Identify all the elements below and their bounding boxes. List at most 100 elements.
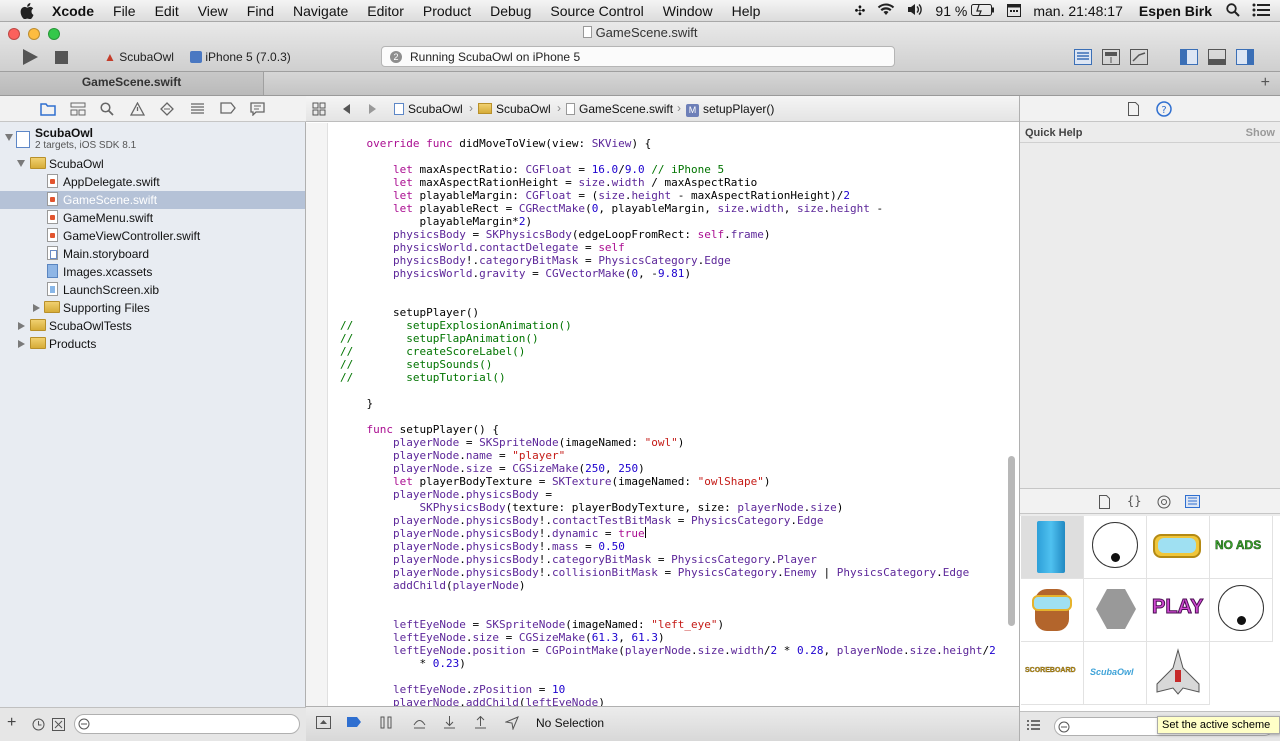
list-view-icon[interactable] — [1027, 720, 1040, 732]
media-item-logo[interactable]: ScubaOwl — [1084, 642, 1147, 705]
battery-percent[interactable]: 91 % — [935, 3, 967, 19]
menu-view[interactable]: View — [198, 3, 228, 19]
menu-edit[interactable]: Edit — [155, 3, 179, 19]
step-over-icon[interactable] — [412, 716, 427, 729]
media-item-eye-2[interactable] — [1210, 579, 1273, 642]
menu-source-control[interactable]: Source Control — [550, 3, 643, 19]
disclosure-closed-icon[interactable] — [18, 322, 25, 330]
quick-help-icon[interactable]: ? — [1156, 101, 1172, 117]
jump-bar-project[interactable]: ScubaOwl — [394, 102, 463, 116]
code-snippet-library-icon[interactable]: {} — [1127, 494, 1141, 508]
project-navigator-icon[interactable] — [40, 102, 56, 116]
media-item-spaceship[interactable] — [1147, 642, 1210, 705]
simulate-location-icon[interactable] — [505, 716, 519, 730]
media-item-hexagon[interactable] — [1084, 579, 1147, 642]
standard-editor-button[interactable] — [1074, 49, 1092, 65]
tree-row-launchscreen[interactable]: LaunchScreen.xib — [0, 281, 305, 299]
menu-product[interactable]: Product — [423, 3, 471, 19]
vertical-scrollbar[interactable] — [1008, 456, 1015, 626]
notification-center-icon[interactable] — [1252, 3, 1270, 20]
menu-window[interactable]: Window — [663, 3, 713, 19]
version-editor-button[interactable] — [1130, 49, 1148, 65]
symbol-navigator-icon[interactable] — [70, 102, 86, 116]
tree-row-images-xcassets[interactable]: Images.xcassets — [0, 263, 305, 281]
add-file-icon[interactable]: + — [7, 714, 16, 732]
back-arrow-icon[interactable] — [343, 104, 351, 114]
object-library-icon[interactable] — [1157, 495, 1171, 509]
new-tab-button[interactable]: + — [1261, 74, 1270, 92]
breakpoint-navigator-icon[interactable] — [220, 102, 236, 114]
disclosure-closed-icon[interactable] — [18, 340, 25, 348]
code-area[interactable]: override func didMoveToView(view: SKView… — [328, 123, 1019, 706]
tree-row-gamemenu[interactable]: GameMenu.swift — [0, 209, 305, 227]
disclosure-open-icon[interactable] — [17, 160, 25, 167]
jump-bar-group[interactable]: ScubaOwl — [478, 102, 551, 116]
pause-icon[interactable] — [380, 716, 392, 729]
toggle-navigator-button[interactable] — [1180, 49, 1198, 65]
navigator-filter-input[interactable] — [74, 714, 300, 734]
media-item-scoreboard[interactable]: SCOREBOARD — [1021, 642, 1084, 705]
wifi-icon[interactable] — [877, 3, 895, 19]
disclosure-open-icon[interactable] — [5, 134, 13, 141]
tree-row-project[interactable]: ScubaOwl 2 targets, iOS SDK 8.1 — [0, 126, 305, 154]
menu-help[interactable]: Help — [732, 3, 761, 19]
debug-navigator-icon[interactable] — [190, 102, 205, 116]
activity-count-badge[interactable]: 2 — [390, 51, 402, 63]
stop-button[interactable] — [55, 51, 68, 64]
tree-row-group-scubaowl[interactable]: ScubaOwl — [0, 155, 305, 173]
tree-row-supporting-files[interactable]: Supporting Files — [0, 299, 305, 317]
breakpoints-toggle-icon[interactable] — [346, 716, 362, 728]
spotlight-icon[interactable] — [1226, 2, 1240, 20]
menu-file[interactable]: File — [113, 3, 136, 19]
apple-icon[interactable] — [20, 2, 34, 19]
menu-editor[interactable]: Editor — [367, 3, 404, 19]
tree-row-gamescene[interactable]: GameScene.swift — [0, 191, 305, 209]
media-item-no-ads[interactable]: NO ADS — [1210, 516, 1273, 579]
source-control-filter-icon[interactable] — [52, 718, 65, 731]
tree-row-scubaowltests[interactable]: ScubaOwlTests — [0, 317, 305, 335]
media-item-blue-tube[interactable] — [1021, 516, 1084, 579]
recent-files-icon[interactable] — [32, 718, 45, 731]
media-item-eye[interactable] — [1084, 516, 1147, 579]
user-name[interactable]: Espen Birk — [1139, 3, 1212, 19]
tab-gamescene[interactable]: GameScene.swift — [0, 72, 264, 95]
toggle-debug-area-button[interactable] — [1208, 49, 1226, 65]
bluetooth-icon[interactable]: ✣ — [855, 3, 866, 19]
clock[interactable]: man. 21:48:17 — [1033, 3, 1123, 19]
battery-icon[interactable] — [971, 3, 995, 19]
log-navigator-icon[interactable] — [250, 102, 265, 116]
quick-help-show-button[interactable]: Show — [1246, 127, 1275, 139]
disclosure-closed-icon[interactable] — [33, 304, 40, 312]
related-items-icon[interactable] — [312, 102, 326, 116]
media-library-icon[interactable] — [1185, 495, 1200, 508]
file-inspector-icon[interactable] — [1128, 102, 1139, 116]
media-item-owl[interactable] — [1021, 579, 1084, 642]
device-selector[interactable]: iPhone 5 (7.0.3) — [190, 50, 291, 64]
tree-row-products[interactable]: Products — [0, 335, 305, 353]
jump-bar-method[interactable]: MsetupPlayer() — [686, 102, 774, 117]
issue-navigator-icon[interactable] — [130, 102, 145, 116]
tree-row-appdelegate[interactable]: AppDelegate.swift — [0, 173, 305, 191]
editor-gutter[interactable] — [306, 123, 328, 706]
file-template-library-icon[interactable] — [1099, 495, 1110, 509]
menu-xcode[interactable]: Xcode — [52, 3, 94, 19]
toggle-utilities-button[interactable] — [1236, 49, 1254, 65]
test-navigator-icon[interactable] — [160, 102, 174, 116]
menu-navigate[interactable]: Navigate — [293, 3, 348, 19]
jump-bar-file[interactable]: GameScene.swift — [566, 102, 673, 116]
hide-debug-area-icon[interactable] — [316, 716, 331, 729]
media-item-goggles[interactable] — [1147, 516, 1210, 579]
assistant-editor-button[interactable] — [1102, 49, 1120, 65]
calendar-icon[interactable] — [1007, 3, 1022, 20]
tree-row-gameviewcontroller[interactable]: GameViewController.swift — [0, 227, 305, 245]
volume-icon[interactable] — [907, 3, 923, 19]
media-item-play[interactable]: PLAY — [1147, 579, 1210, 642]
find-navigator-icon[interactable] — [100, 102, 114, 116]
tree-row-main-storyboard[interactable]: Main.storyboard — [0, 245, 305, 263]
run-button[interactable] — [21, 48, 39, 66]
step-out-icon[interactable] — [474, 716, 487, 729]
step-into-icon[interactable] — [443, 716, 456, 729]
forward-arrow-icon[interactable] — [368, 104, 376, 114]
scheme-selector[interactable]: ▲ ScubaOwl — [104, 50, 174, 64]
menu-debug[interactable]: Debug — [490, 3, 531, 19]
